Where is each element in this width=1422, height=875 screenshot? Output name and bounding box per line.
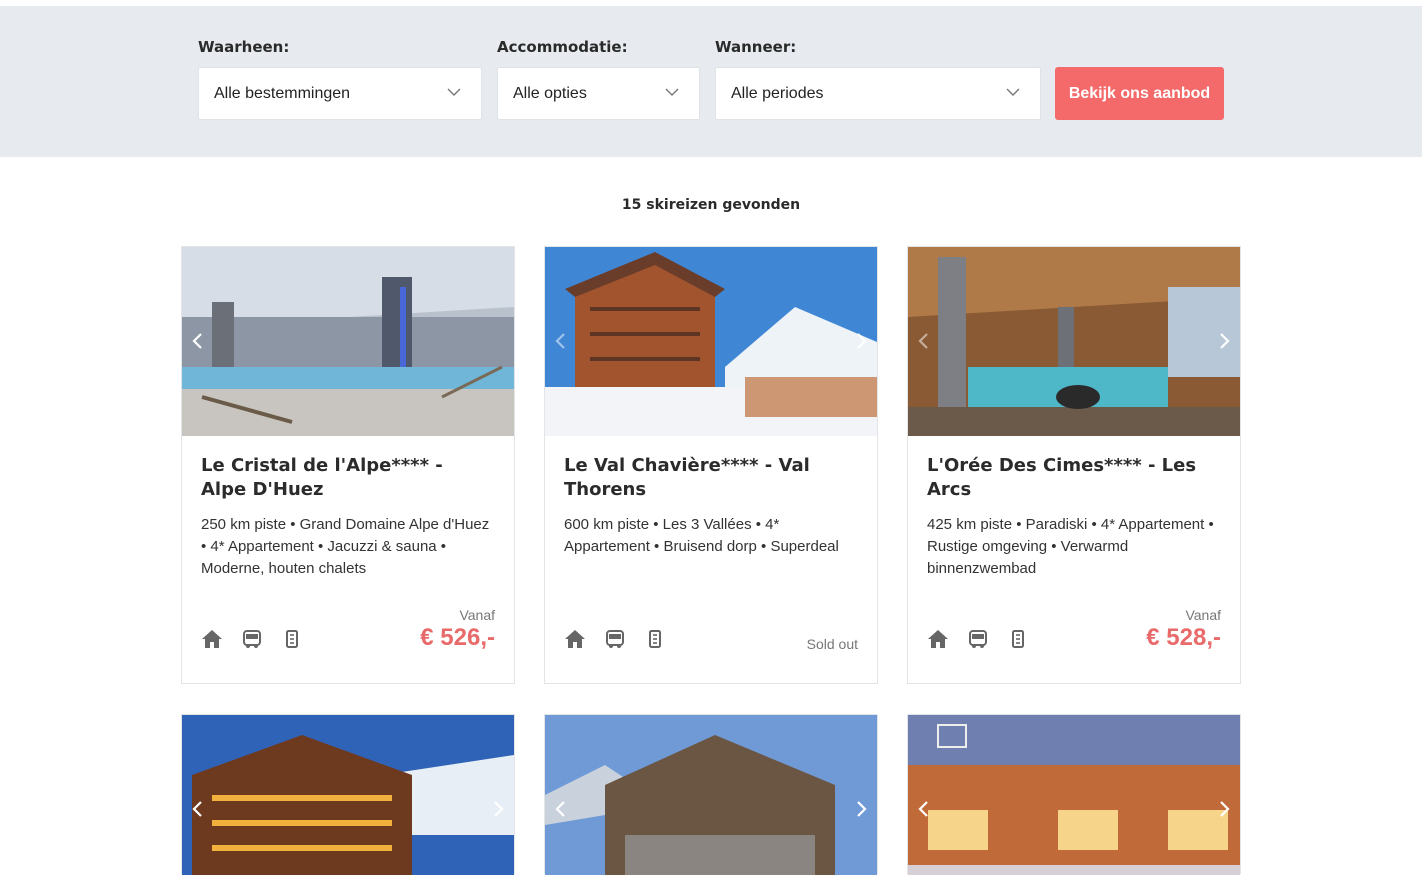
chevron-right-icon[interactable]	[853, 331, 869, 351]
period-value: Alle periodes	[731, 84, 824, 102]
home-icon	[564, 629, 586, 649]
feature-icons	[564, 629, 666, 649]
feature-icons	[201, 629, 303, 649]
card-photo[interactable]	[182, 715, 514, 875]
resort-title[interactable]: Le Cristal de l'Alpe**** - Alpe D'Huez	[201, 454, 493, 502]
skipass-icon	[644, 629, 666, 649]
card-photo[interactable]	[182, 247, 514, 436]
card-photo[interactable]	[545, 247, 877, 436]
bus-icon	[241, 629, 263, 649]
card-photo[interactable]	[908, 715, 1240, 875]
destination-value: Alle bestemmingen	[214, 84, 351, 102]
card-photo[interactable]	[545, 715, 877, 875]
accommodation-value: Alle opties	[513, 84, 587, 102]
price: € 526,-	[420, 624, 495, 651]
lodge-evening-photo	[908, 715, 1240, 875]
home-icon	[201, 629, 223, 649]
chalet-photo	[545, 247, 877, 436]
chevron-left-icon[interactable]	[553, 331, 569, 351]
chevron-down-icon	[665, 88, 679, 96]
feature-icons	[927, 629, 1029, 649]
accommodation-select[interactable]: Alle opties	[497, 67, 700, 120]
chevron-right-icon[interactable]	[853, 799, 869, 819]
skipass-icon	[281, 629, 303, 649]
chalet-night-photo	[182, 715, 514, 875]
indoor-pool-photo	[908, 247, 1240, 436]
price: € 528,-	[1146, 624, 1221, 651]
period-select[interactable]: Alle periodes	[715, 67, 1041, 120]
resort-description: 425 km piste • Paradiski • 4* Appartemen…	[927, 516, 1214, 577]
chevron-down-icon	[447, 88, 461, 96]
resort-description: 600 km piste • Les 3 Vallées • 4* Appart…	[564, 516, 839, 555]
resort-card: Le Val Chavière**** - Val Thorens 600 km…	[544, 246, 878, 684]
chevron-left-icon[interactable]	[553, 799, 569, 819]
chevron-left-icon[interactable]	[190, 799, 206, 819]
home-icon	[927, 629, 949, 649]
price-from-label: Vanaf	[1185, 607, 1221, 623]
stone-chalet-photo	[545, 715, 877, 875]
price-from-label: Vanaf	[459, 607, 495, 623]
destination-select[interactable]: Alle bestemmingen	[198, 67, 482, 120]
skipass-icon	[1007, 629, 1029, 649]
resort-card	[181, 714, 515, 875]
chevron-right-icon[interactable]	[1216, 799, 1232, 819]
chevron-left-icon[interactable]	[916, 331, 932, 351]
when-label: Wanneer:	[715, 38, 797, 56]
search-bar: Waarheen: Alle bestemmingen Accommodatie…	[0, 6, 1422, 157]
pool-photo	[182, 247, 514, 436]
resort-card: L'Orée Des Cimes**** - Les Arcs 425 km p…	[907, 246, 1241, 684]
card-photo[interactable]	[908, 247, 1240, 436]
bus-icon	[967, 629, 989, 649]
accommodation-label: Accommodatie:	[497, 38, 628, 56]
sold-out-status: Sold out	[806, 636, 858, 652]
chevron-left-icon[interactable]	[916, 799, 932, 819]
resort-title[interactable]: L'Orée Des Cimes**** - Les Arcs	[927, 454, 1219, 502]
resort-card	[907, 714, 1241, 875]
view-offer-button[interactable]: Bekijk ons aanbod	[1055, 67, 1224, 120]
where-label: Waarheen:	[198, 38, 290, 56]
chevron-right-icon[interactable]	[490, 799, 506, 819]
chevron-down-icon	[1006, 88, 1020, 96]
resort-description: 250 km piste • Grand Domaine Alpe d'Huez…	[201, 516, 490, 577]
chevron-left-icon[interactable]	[190, 331, 206, 351]
chevron-right-icon[interactable]	[1216, 331, 1232, 351]
resort-card	[544, 714, 878, 875]
resort-card: Le Cristal de l'Alpe**** - Alpe D'Huez 2…	[181, 246, 515, 684]
results-count: 15 skireizen gevonden	[621, 197, 801, 213]
bus-icon	[604, 629, 626, 649]
resort-title[interactable]: Le Val Chavière**** - Val Thorens	[564, 454, 856, 502]
